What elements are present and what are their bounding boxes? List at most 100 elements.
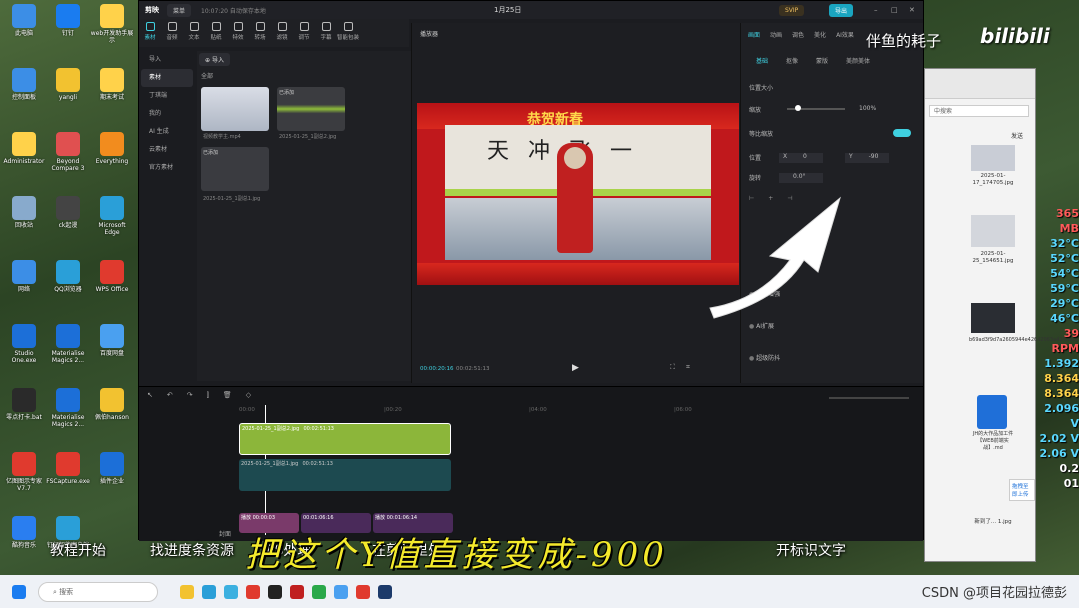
props-subtab-2[interactable]: 蒙版 [811, 53, 833, 68]
position-x-input[interactable]: X 0 [779, 153, 823, 163]
maximize-icon[interactable]: □ [891, 6, 898, 14]
desktop-icon[interactable]: Materialise Magics 2... [46, 388, 90, 428]
desktop-icon[interactable]: ck起漫 [46, 196, 90, 229]
photoshop-taskbar-icon[interactable] [378, 584, 392, 599]
desktop-icon[interactable]: 此电脑 [2, 4, 46, 37]
crop-icon[interactable]: ⌗ [686, 363, 690, 372]
props-tab-3[interactable]: 美化 [809, 27, 831, 42]
nav-item-5[interactable]: 云素材 [141, 141, 193, 159]
taskbar-search[interactable]: ⌕ 搜索 [38, 581, 158, 602]
file-thumb-1[interactable] [971, 215, 1015, 247]
tool-4[interactable]: 特效 [227, 19, 249, 47]
tool-8[interactable]: 字幕 [315, 19, 337, 47]
desktop-icon[interactable]: 百度网盘 [90, 324, 134, 357]
share-button[interactable]: 发送 [1011, 131, 1023, 140]
desktop-icon[interactable]: 零点打卡.bat [2, 388, 46, 421]
nav-item-3[interactable]: 我的 [141, 105, 193, 123]
vscode-file-icon[interactable] [977, 395, 1007, 429]
nav-item-0[interactable]: 导入 [141, 51, 193, 69]
windows-start-icon[interactable] [12, 584, 26, 599]
media-thumb-2[interactable]: 已添加 [201, 147, 269, 191]
desktop-icon[interactable]: QQ浏览器 [46, 260, 90, 293]
file-explorer-taskbar-icon[interactable] [180, 584, 194, 599]
minimize-icon[interactable]: – [874, 6, 878, 14]
file-thumb-0[interactable] [971, 145, 1015, 171]
desktop-icon[interactable]: WPS Office [90, 260, 134, 293]
desktop-icon[interactable]: 插件企业 [90, 452, 134, 485]
fullscreen-icon[interactable]: ⛶ [670, 363, 675, 372]
tool-2[interactable]: 文本 [183, 19, 205, 47]
delete-icon[interactable]: 🗑 [223, 391, 232, 400]
desktop-icon[interactable]: 佩伯hanson [90, 388, 134, 421]
tool-1[interactable]: 音频 [161, 19, 183, 47]
desktop-icon[interactable]: Administrator [2, 132, 46, 165]
redo-icon[interactable]: ↷ [187, 391, 193, 400]
wechat-taskbar-icon[interactable] [312, 584, 326, 599]
export-button[interactable]: 导出 [829, 3, 854, 17]
desktop-icon[interactable]: FSCapture.exe [46, 452, 90, 485]
video-preview[interactable]: 恭贺新春 天 冲 飞 一 [417, 103, 739, 285]
explorer-search[interactable]: 中搜索 [929, 105, 1029, 117]
props-tab-0[interactable]: 画面 [743, 27, 765, 42]
app-taskbar-icon[interactable] [334, 584, 348, 599]
desktop-icon[interactable]: Microsoft Edge [90, 196, 134, 236]
app-64-taskbar-icon[interactable] [290, 584, 304, 599]
scale-slider-thumb[interactable] [795, 105, 801, 111]
position-y-input[interactable]: Y -90 [845, 153, 889, 163]
feature-row-1[interactable]: ● AI扩展 [749, 321, 919, 330]
props-subtab-1[interactable]: 抠像 [781, 53, 803, 68]
tool-5[interactable]: 转场 [249, 19, 271, 47]
desktop-icon[interactable]: Beyond Compare 3 [46, 132, 90, 172]
play-icon[interactable]: ▶ [572, 363, 579, 373]
menu-button[interactable]: 菜单 [167, 3, 192, 17]
undo-icon[interactable]: ↶ [167, 391, 173, 400]
props-tab-1[interactable]: 动画 [765, 27, 787, 42]
nav-item-1[interactable]: 素材 [141, 69, 193, 87]
props-tab-4[interactable]: AI效果 [831, 27, 859, 42]
jianying-taskbar-icon[interactable] [268, 584, 282, 599]
media-thumb-0[interactable] [201, 87, 269, 131]
close-icon[interactable]: ✕ [909, 6, 915, 14]
desktop-icon[interactable]: yangli [46, 68, 90, 101]
desktop-icon[interactable]: Materialise Magics 2... [46, 324, 90, 364]
desktop-icon[interactable]: Everything [90, 132, 134, 165]
nav-item-4[interactable]: AI 生成 [141, 123, 193, 141]
desktop-icon[interactable]: 控制面板 [2, 68, 46, 101]
zoom-slider[interactable] [829, 397, 909, 399]
desktop-icon[interactable]: web开发助手展示 [90, 4, 134, 44]
import-button[interactable]: ⊕ 导入 [199, 53, 230, 66]
nav-item-2[interactable]: 丁琪端 [141, 87, 193, 105]
nav-item-6[interactable]: 官方素材 [141, 159, 193, 177]
feature-row-2[interactable]: ● 超级防抖 [749, 353, 919, 362]
mark-icon[interactable]: ◇ [246, 391, 251, 400]
filter-all[interactable]: 全部 [201, 71, 213, 80]
tool-7[interactable]: 调节 [293, 19, 315, 47]
split-icon[interactable]: ⫿ [207, 391, 209, 400]
app2-taskbar-icon[interactable] [356, 584, 370, 599]
desktop-icon[interactable]: 网络 [2, 260, 46, 293]
desktop-icon[interactable]: 钉钉 [46, 4, 90, 37]
media-thumb-1[interactable]: 已添加 [277, 87, 345, 131]
desktop-icon[interactable]: 回收站 [2, 196, 46, 229]
upload-float[interactable]: 拖拽至即上传 [1009, 479, 1035, 501]
desktop-icon[interactable]: Studio One.exe [2, 324, 46, 364]
props-subtab-3[interactable]: 美颜美体 [841, 53, 875, 68]
wps-taskbar-icon[interactable] [246, 584, 260, 599]
uniform-toggle[interactable] [893, 129, 911, 137]
props-subtab-0[interactable]: 基础 [751, 53, 773, 68]
tool-9[interactable]: 智能包装 [337, 19, 359, 47]
chrome-taskbar-icon[interactable] [224, 584, 238, 599]
scale-value[interactable]: 100% [859, 105, 876, 112]
rotation-input[interactable]: 0.0° [779, 173, 823, 183]
tool-6[interactable]: 滤镜 [271, 19, 293, 47]
props-tab-2[interactable]: 调色 [787, 27, 809, 42]
edge-taskbar-icon[interactable] [202, 584, 216, 599]
track-clip-1[interactable]: 2025-01-25_1副总1.jpg 00:02:51:13 [239, 459, 451, 491]
track-clip-0[interactable]: 2025-01-25_1副总2.jpg 00:02:51:13 [239, 423, 451, 455]
file-thumb-2[interactable] [971, 303, 1015, 333]
desktop-icon[interactable]: 期末考试 [90, 68, 134, 101]
tool-3[interactable]: 贴纸 [205, 19, 227, 47]
tool-0[interactable]: 素材 [139, 19, 161, 47]
select-icon[interactable]: ↖ [147, 391, 153, 400]
desktop-icon[interactable]: 亿图图示专家V7.7 [2, 452, 46, 492]
